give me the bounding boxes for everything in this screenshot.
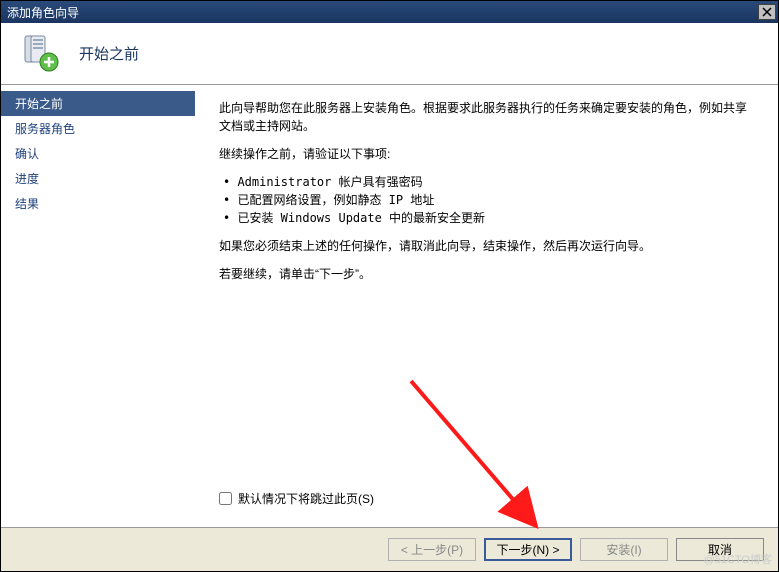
skip-page-label: 默认情况下将跳过此页(S)	[238, 490, 374, 507]
wizard-header: 开始之前	[1, 23, 778, 85]
skip-page-checkbox[interactable]	[219, 492, 232, 505]
sidebar-item-confirmation[interactable]: 确认	[1, 141, 195, 166]
verify-heading: 继续操作之前，请验证以下事项:	[219, 145, 750, 163]
list-item: Administrator 帐户具有强密码	[223, 173, 750, 191]
sidebar-item-server-roles[interactable]: 服务器角色	[1, 116, 195, 141]
close-button[interactable]	[758, 4, 776, 20]
next-button[interactable]: 下一步(N) >	[484, 538, 572, 561]
close-icon	[762, 7, 772, 17]
skip-page-row[interactable]: 默认情况下将跳过此页(S)	[219, 490, 750, 507]
wizard-icon	[19, 32, 63, 76]
content-pane: 此向导帮助您在此服务器上安装角色。根据要求此服务器执行的任务来确定要安装的角色，…	[195, 85, 778, 527]
wizard-body: 开始之前 服务器角色 确认 进度 结果 此向导帮助您在此服务器上安装角色。根据要…	[1, 85, 778, 527]
cancel-button[interactable]: 取消	[676, 538, 764, 561]
install-button: 安装(I)	[580, 538, 668, 561]
verify-list: Administrator 帐户具有强密码 已配置网络设置，例如静态 IP 地址…	[223, 173, 750, 227]
list-item: 已安装 Windows Update 中的最新安全更新	[223, 209, 750, 227]
sidebar-item-progress[interactable]: 进度	[1, 166, 195, 191]
wizard-window: 添加角色向导 开始之前 开始之前 服务器角色 确认 进度 结果	[0, 0, 779, 572]
intro-text: 此向导帮助您在此服务器上安装角色。根据要求此服务器执行的任务来确定要安装的角色，…	[219, 99, 750, 135]
note-text: 如果您必须结束上述的任何操作，请取消此向导，结束操作，然后再次运行向导。	[219, 237, 750, 255]
wizard-footer: < 上一步(P) 下一步(N) > 安装(I) 取消	[1, 527, 778, 571]
list-item: 已配置网络设置，例如静态 IP 地址	[223, 191, 750, 209]
window-title: 添加角色向导	[7, 4, 758, 21]
titlebar: 添加角色向导	[1, 1, 778, 23]
content-text: 此向导帮助您在此服务器上安装角色。根据要求此服务器执行的任务来确定要安装的角色，…	[219, 99, 750, 490]
sidebar-item-before-you-begin[interactable]: 开始之前	[1, 91, 195, 116]
previous-button: < 上一步(P)	[388, 538, 476, 561]
sidebar-item-results[interactable]: 结果	[1, 191, 195, 216]
continue-text: 若要继续，请单击“下一步”。	[219, 265, 750, 283]
sidebar: 开始之前 服务器角色 确认 进度 结果	[1, 85, 195, 527]
page-title: 开始之前	[79, 43, 139, 64]
